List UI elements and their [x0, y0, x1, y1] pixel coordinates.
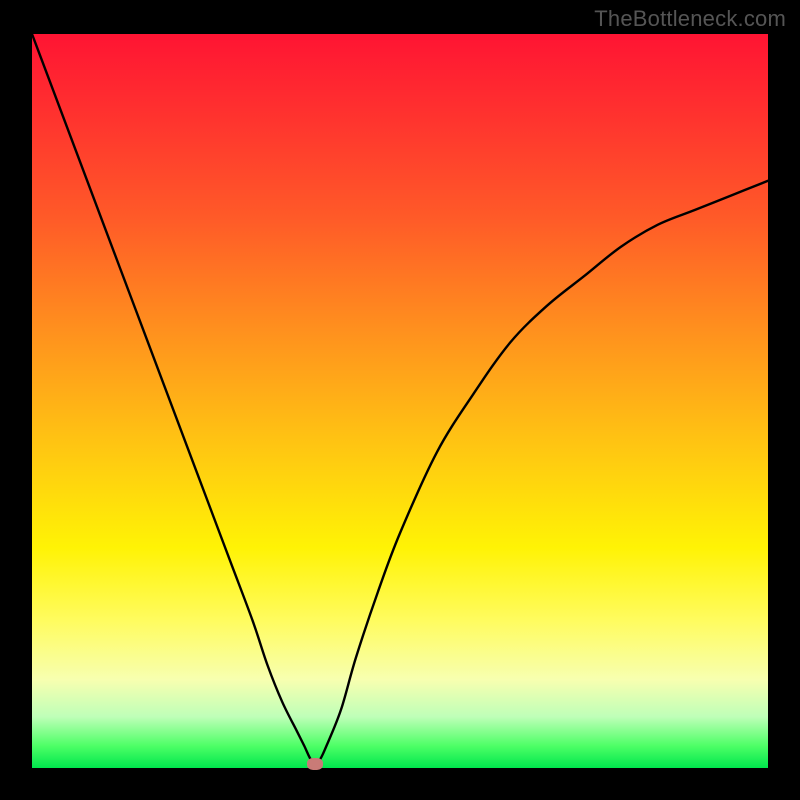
plot-area — [32, 34, 768, 768]
bottleneck-curve — [32, 34, 768, 768]
chart-frame: TheBottleneck.com — [0, 0, 800, 800]
watermark-text: TheBottleneck.com — [594, 6, 786, 32]
minimum-marker — [307, 758, 323, 770]
